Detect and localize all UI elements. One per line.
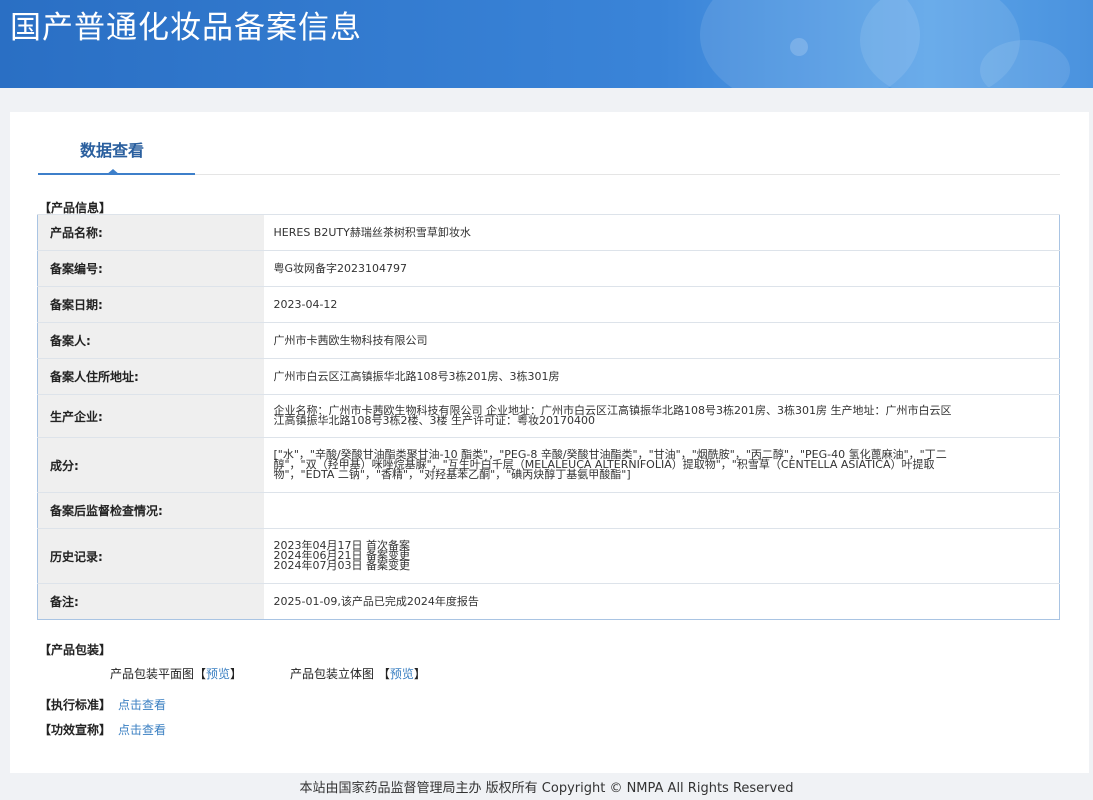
- info-value-line: 江高镇振华北路108号3栋2楼、3楼 生产许可证：粤妆20170400: [273, 414, 595, 427]
- tab-label: 数据查看: [80, 141, 145, 160]
- info-row: 产品名称: HERES B2UTY赫瑞丝茶树积雪草卸妆水: [37, 214, 1060, 251]
- info-value-line: 广州市白云区江高镇振华北路108号3栋201房、3栋301房: [273, 369, 560, 383]
- info-row-label: 备注:: [37, 583, 264, 620]
- info-value-line: 物"，"EDTA 二钠"，"香精"，"对羟基苯乙酮"，"碘丙炔醇丁基氨甲酸酯"]: [273, 468, 631, 481]
- packaging-solid-item: 产品包装立体图 【预览】: [290, 665, 426, 682]
- info-row-value: 粤G妆网备字2023104797: [263, 250, 1060, 287]
- packaging-flat-item: 产品包装平面图【预览】: [110, 665, 242, 682]
- info-row: 生产企业: 企业名称：广州市卡茜欧生物科技有限公司 企业地址：广州市白云区江高镇振…: [37, 394, 1060, 438]
- page-header: 国产普通化妆品备案信息: [0, 0, 1093, 88]
- standard-view-link[interactable]: 点击查看: [118, 696, 166, 713]
- packaging-title: 【产品包装】: [39, 643, 112, 657]
- info-row-label: 历史记录:: [37, 528, 264, 584]
- info-value-line: 粤G妆网备字2023104797: [273, 261, 408, 275]
- info-row: 备案编号: 粤G妆网备字2023104797: [37, 250, 1060, 287]
- flat-preview-link[interactable]: 预览: [206, 667, 230, 681]
- standard-title: 【执行标准】: [39, 698, 112, 712]
- info-row-label: 备案日期:: [37, 286, 264, 323]
- info-row-value: 2025-01-09,该产品已完成2024年度报告: [263, 583, 1060, 620]
- info-row-value: 广州市卡茜欧生物科技有限公司: [263, 322, 1060, 359]
- info-row: 历史记录: 2023年04月17日 首次备案 2024年06月21日 备案变更 202…: [37, 528, 1060, 584]
- info-row: 备案日期: 2023-04-12: [37, 286, 1060, 323]
- solid-preview-link[interactable]: 预览: [390, 667, 414, 681]
- info-row-value: [263, 492, 1060, 529]
- info-row-value: 2023-04-12: [263, 286, 1060, 323]
- info-value-line: 广州市卡茜欧生物科技有限公司: [273, 333, 428, 347]
- info-row-label: 备案人:: [37, 322, 264, 359]
- info-row-value: HERES B2UTY赫瑞丝茶树积雪草卸妆水: [263, 214, 1060, 251]
- info-row: 备案人住所地址: 广州市白云区江高镇振华北路108号3栋201房、3栋301房: [37, 358, 1060, 395]
- info-row-label: 备案人住所地址:: [37, 358, 264, 395]
- info-row: 成分: ["水"，"辛酸/癸酸甘油酯类聚甘油-10 酯类"，"PEG-8 辛酸/癸…: [37, 437, 1060, 493]
- info-value-line: 2025-01-09,该产品已完成2024年度报告: [273, 594, 479, 608]
- content-panel: 数据查看 【产品信息】 产品名称: HERES B2UTY赫瑞丝茶树积雪草卸妆水备…: [10, 112, 1089, 773]
- bracket-open: 【: [194, 667, 207, 681]
- info-row-label: 产品名称:: [37, 214, 264, 251]
- info-row-label: 备案后监督检查情况:: [37, 492, 264, 529]
- info-row-value: 企业名称：广州市卡茜欧生物科技有限公司 企业地址：广州市白云区江高镇振华北路10…: [263, 394, 1060, 438]
- info-value-line: 2024年07月03日 备案变更: [273, 559, 410, 572]
- bracket-close: 】: [230, 667, 243, 681]
- info-row-value: 2023年04月17日 首次备案 2024年06月21日 备案变更 2024年07月…: [263, 528, 1060, 584]
- product-info-table: 产品名称: HERES B2UTY赫瑞丝茶树积雪草卸妆水 备案编号: 粤G妆网备字20…: [37, 214, 1060, 620]
- info-row-value: 广州市白云区江高镇振华北路108号3栋201房、3栋301房: [263, 358, 1060, 395]
- info-row-label: 备案编号:: [37, 250, 264, 287]
- info-row: 备注: 2025-01-09,该产品已完成2024年度报告: [37, 583, 1060, 620]
- info-row: 备案后监督检查情况:: [37, 492, 1060, 529]
- page-title: 国产普通化妆品备案信息: [10, 10, 362, 46]
- efficacy-title: 【功效宣称】: [39, 723, 112, 737]
- info-row-label: 生产企业:: [37, 394, 264, 438]
- info-value-line: 2023-04-12: [273, 297, 338, 311]
- info-row-value: ["水"，"辛酸/癸酸甘油酯类聚甘油-10 酯类"，"PEG-8 辛酸/癸酸甘油…: [263, 437, 1060, 493]
- info-row: 备案人: 广州市卡茜欧生物科技有限公司: [37, 322, 1060, 359]
- tab-bar: 数据查看: [38, 112, 1060, 175]
- efficacy-view-link[interactable]: 点击查看: [118, 721, 166, 738]
- bracket-close: 】: [413, 667, 426, 681]
- packaging-flat-label: 产品包装平面图: [110, 667, 195, 681]
- tab-active-indicator: [106, 169, 120, 175]
- info-value-line: HERES B2UTY赫瑞丝茶树积雪草卸妆水: [273, 225, 471, 239]
- info-row-label: 成分:: [37, 437, 264, 493]
- tab-data-view[interactable]: 数据查看: [38, 112, 195, 175]
- packaging-solid-label: 产品包装立体图: [290, 667, 375, 681]
- footer-copyright: 本站由国家药品监督管理局主办 版权所有 Copyright © NMPA All…: [299, 781, 794, 796]
- bracket-open: 【: [377, 667, 390, 681]
